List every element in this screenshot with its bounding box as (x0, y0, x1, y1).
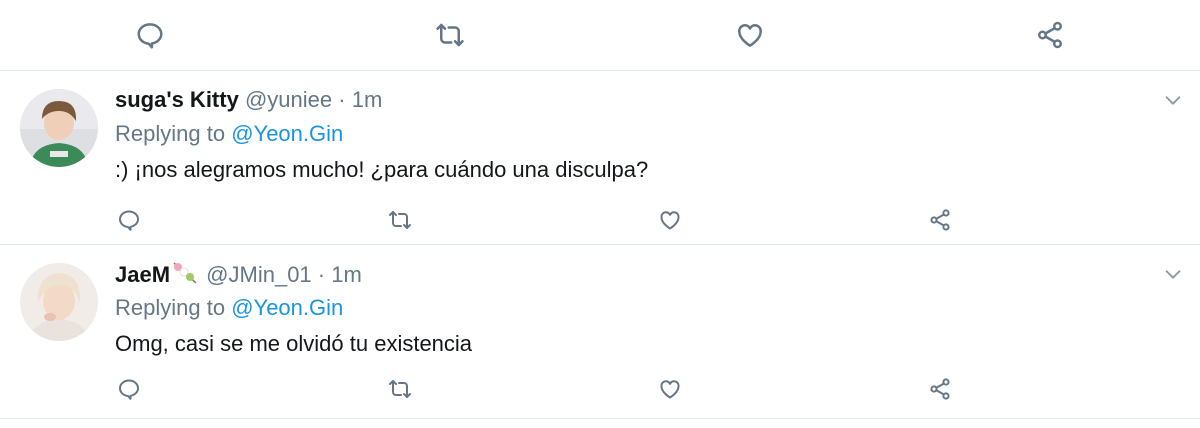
replying-to-line: Replying to @Yeon.Gin (115, 295, 343, 321)
replying-to-label: Replying to (115, 295, 226, 320)
tweet[interactable]: suga's Kitty @yuniee · 1m Replying to @Y… (0, 71, 1200, 245)
mention-link[interactable]: @Yeon.Gin (231, 121, 343, 146)
user-handle[interactable]: @yuniee (245, 87, 332, 112)
tweet-header: JaeM @JMin_01 · 1m (115, 261, 362, 288)
tweet[interactable]: JaeM @JMin_01 · 1m Replying to @Yeon.Gin… (0, 245, 1200, 419)
reply-icon[interactable] (112, 372, 146, 406)
timestamp[interactable]: 1m (331, 262, 362, 287)
separator-dot: · (317, 262, 326, 287)
separator-dot: · (338, 87, 346, 112)
reply-icon[interactable] (112, 203, 146, 237)
mention-link[interactable]: @Yeon.Gin (231, 295, 343, 320)
replying-to-label: Replying to (115, 121, 226, 146)
display-name[interactable]: suga's Kitty (115, 87, 239, 112)
like-icon[interactable] (653, 203, 687, 237)
retweet-icon[interactable] (433, 18, 467, 52)
chevron-down-icon[interactable] (1162, 263, 1186, 287)
replying-to-line: Replying to @Yeon.Gin (115, 121, 343, 147)
retweet-icon[interactable] (383, 372, 417, 406)
share-icon[interactable] (1033, 18, 1067, 52)
chevron-down-icon[interactable] (1162, 89, 1186, 113)
retweet-icon[interactable] (383, 203, 417, 237)
tweet-header: suga's Kitty @yuniee · 1m (115, 87, 382, 113)
display-name[interactable]: JaeM (115, 262, 170, 287)
share-icon[interactable] (923, 372, 957, 406)
tweet-text: :) ¡nos alegramos mucho! ¿para cuándo un… (115, 157, 649, 182)
avatar[interactable] (20, 263, 98, 341)
user-handle[interactable]: @JMin_01 (206, 262, 312, 287)
share-icon[interactable] (923, 203, 957, 237)
tweet-text: Omg, casi se me olvidó tu existencia (115, 331, 473, 356)
timestamp[interactable]: 1m (352, 87, 383, 112)
like-icon[interactable] (733, 18, 767, 52)
reply-icon[interactable] (133, 18, 167, 52)
dango-emoji-icon (170, 261, 200, 285)
like-icon[interactable] (653, 372, 687, 406)
previous-tweet-action-bar (0, 0, 1200, 71)
avatar[interactable] (20, 89, 98, 167)
